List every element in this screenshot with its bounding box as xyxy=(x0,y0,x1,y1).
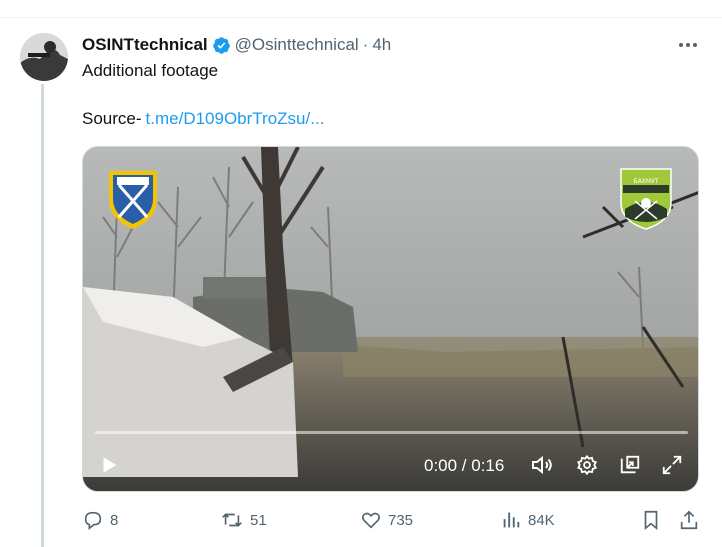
repost-icon xyxy=(222,513,242,527)
like-button[interactable]: 735 xyxy=(360,506,413,534)
view-count: 84K xyxy=(528,511,555,529)
video-progress-bar[interactable] xyxy=(95,431,688,434)
share-button[interactable] xyxy=(678,506,700,534)
right-unit-emblem: БАХМУТ xyxy=(620,168,672,230)
like-count: 735 xyxy=(388,511,414,529)
avatar-image xyxy=(20,33,68,81)
bookmark-button[interactable] xyxy=(640,506,662,534)
tweet-text: Additional footage xyxy=(82,61,219,80)
views-button[interactable]: 84K xyxy=(500,506,555,534)
source-link[interactable]: t.me/D109ObrTroZsu/... xyxy=(146,109,325,128)
tweet-header: OSINTtechnical @Osinttechnical · 4h xyxy=(82,33,391,57)
display-name[interactable]: OSINTtechnical xyxy=(82,35,208,55)
reply-button[interactable]: 8 xyxy=(82,506,118,534)
avatar[interactable] xyxy=(20,33,68,81)
dot xyxy=(693,43,697,47)
video-player[interactable]: БАХМУТ 0:00 / 0:16 xyxy=(82,146,699,492)
dot xyxy=(679,43,683,47)
separator-dot: · xyxy=(362,35,369,54)
right-emblem-text: БАХМУТ xyxy=(634,178,659,185)
video-timecode: 0:00 / 0:16 xyxy=(424,456,505,475)
repost-button[interactable]: 51 xyxy=(220,506,267,534)
reply-count: 8 xyxy=(110,511,119,529)
fullscreen-icon[interactable] xyxy=(658,451,686,479)
thread-line xyxy=(41,84,44,547)
more-dots-icon[interactable] xyxy=(676,36,700,54)
bookmark-icon xyxy=(644,510,658,531)
video-controls: 0:00 / 0:16 xyxy=(83,447,698,487)
dot xyxy=(686,43,690,47)
volume-icon[interactable] xyxy=(528,451,556,479)
reply-icon xyxy=(84,511,102,530)
verified-badge-icon xyxy=(212,36,230,54)
popout-icon[interactable] xyxy=(616,451,644,479)
timestamp[interactable]: 4h xyxy=(372,35,391,55)
repost-count: 51 xyxy=(250,511,267,529)
share-icon xyxy=(680,510,698,530)
play-icon[interactable] xyxy=(95,451,123,479)
heart-icon xyxy=(362,512,380,529)
tweet-actions: 8 51 735 84K xyxy=(82,506,702,534)
gear-icon[interactable] xyxy=(573,451,601,479)
views-icon xyxy=(503,512,520,528)
tweet-source-line: Source-t.me/D109ObrTroZsu/... xyxy=(82,108,324,130)
source-label: Source- xyxy=(82,109,142,128)
previous-tweet-edge xyxy=(0,0,722,18)
handle[interactable]: @Osinttechnical xyxy=(235,35,359,55)
video-frame: БАХМУТ xyxy=(83,147,698,491)
